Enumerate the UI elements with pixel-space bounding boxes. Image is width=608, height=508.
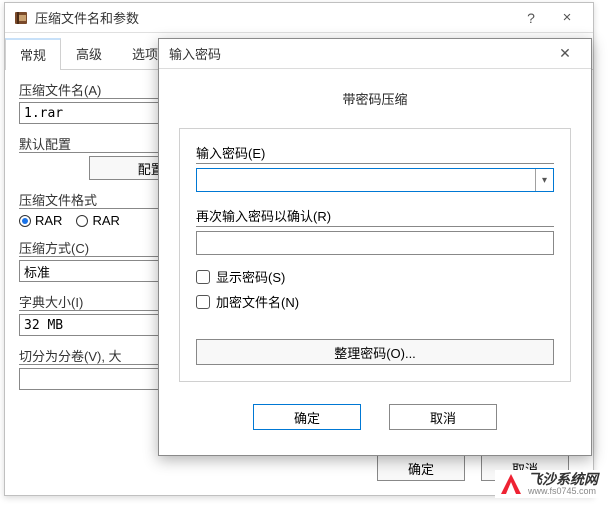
- format-rar-radio[interactable]: RAR: [19, 213, 62, 228]
- encrypt-names-label: 加密文件名(N): [216, 292, 299, 311]
- show-password-label: 显示密码(S): [216, 267, 285, 286]
- watermark: 飞沙系统网 www.fs0745.com: [495, 470, 602, 498]
- organize-passwords-button[interactable]: 整理密码(O)...: [196, 339, 554, 365]
- archive-icon: [13, 10, 29, 26]
- watermark-line1: 飞沙系统网: [528, 472, 598, 487]
- tab-advanced[interactable]: 高级: [61, 38, 117, 70]
- confirm-label: 再次输入密码以确认(R): [196, 206, 554, 225]
- tab-general[interactable]: 常规: [5, 38, 61, 70]
- checkbox-icon: [196, 270, 210, 284]
- help-button[interactable]: ?: [513, 10, 549, 26]
- format-rar4-label: RAR: [92, 213, 119, 228]
- watermark-line2: www.fs0745.com: [528, 487, 598, 496]
- password-title: 输入密码: [169, 44, 549, 63]
- checkbox-icon: [196, 295, 210, 309]
- format-rar4-radio[interactable]: RAR: [76, 213, 119, 228]
- password-cancel-button[interactable]: 取消: [389, 404, 497, 430]
- format-rar-label: RAR: [35, 213, 62, 228]
- password-confirm-input[interactable]: [197, 232, 553, 254]
- password-ok-button[interactable]: 确定: [253, 404, 361, 430]
- password-titlebar: 输入密码 ✕: [159, 39, 591, 69]
- method-combo[interactable]: [19, 260, 159, 282]
- show-password-check[interactable]: 显示密码(S): [196, 267, 554, 286]
- watermark-icon: [499, 472, 523, 496]
- back-ok-button[interactable]: 确定: [377, 455, 465, 481]
- password-field[interactable]: [197, 169, 535, 191]
- password-heading: 带密码压缩: [179, 89, 571, 108]
- split-combo[interactable]: [19, 368, 159, 390]
- titlebar: 压缩文件名和参数 ? ×: [5, 3, 593, 33]
- password-input[interactable]: ▾: [196, 168, 554, 192]
- window-title: 压缩文件名和参数: [35, 8, 513, 27]
- password-dialog: 输入密码 ✕ 带密码压缩 输入密码(E) ▾ 再次输入密码以确认(R): [158, 38, 592, 456]
- password-dropdown-icon[interactable]: ▾: [535, 169, 553, 191]
- password-close-button[interactable]: ✕: [549, 45, 581, 62]
- password-group: 输入密码(E) ▾ 再次输入密码以确认(R) 显示密码(S): [179, 128, 571, 382]
- archive-name-input[interactable]: [19, 102, 159, 124]
- password-label: 输入密码(E): [196, 143, 554, 162]
- dict-combo[interactable]: [19, 314, 159, 336]
- close-button[interactable]: ×: [549, 9, 585, 26]
- encrypt-names-check[interactable]: 加密文件名(N): [196, 292, 554, 311]
